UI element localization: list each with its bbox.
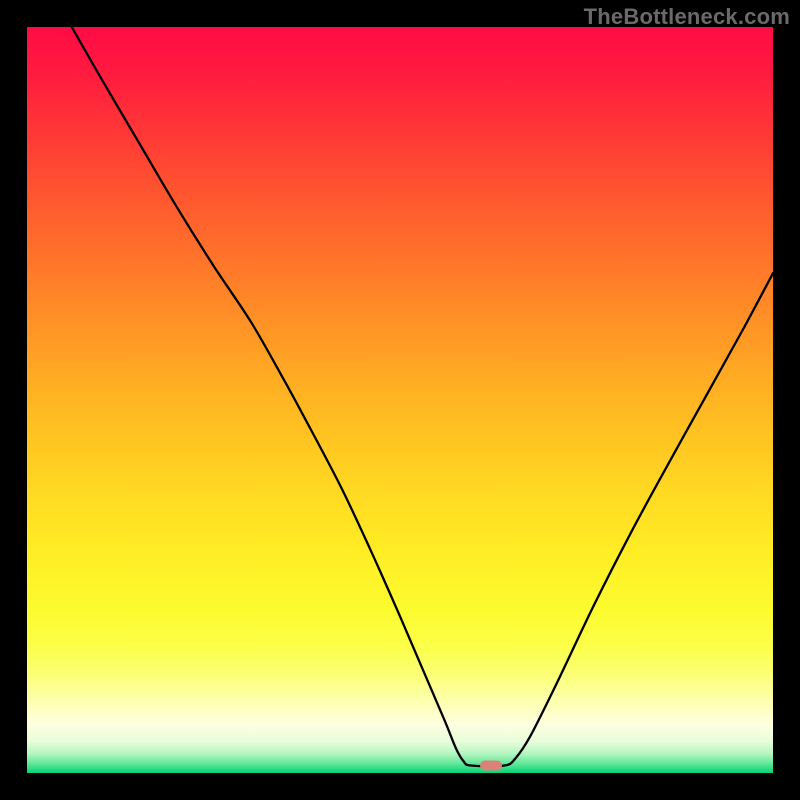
watermark-text: TheBottleneck.com [584,4,790,30]
chart-frame: TheBottleneck.com [0,0,800,800]
gradient-background [27,27,773,773]
chart-svg [27,27,773,773]
optimal-marker [480,761,502,771]
chart-plot-area [27,27,773,773]
